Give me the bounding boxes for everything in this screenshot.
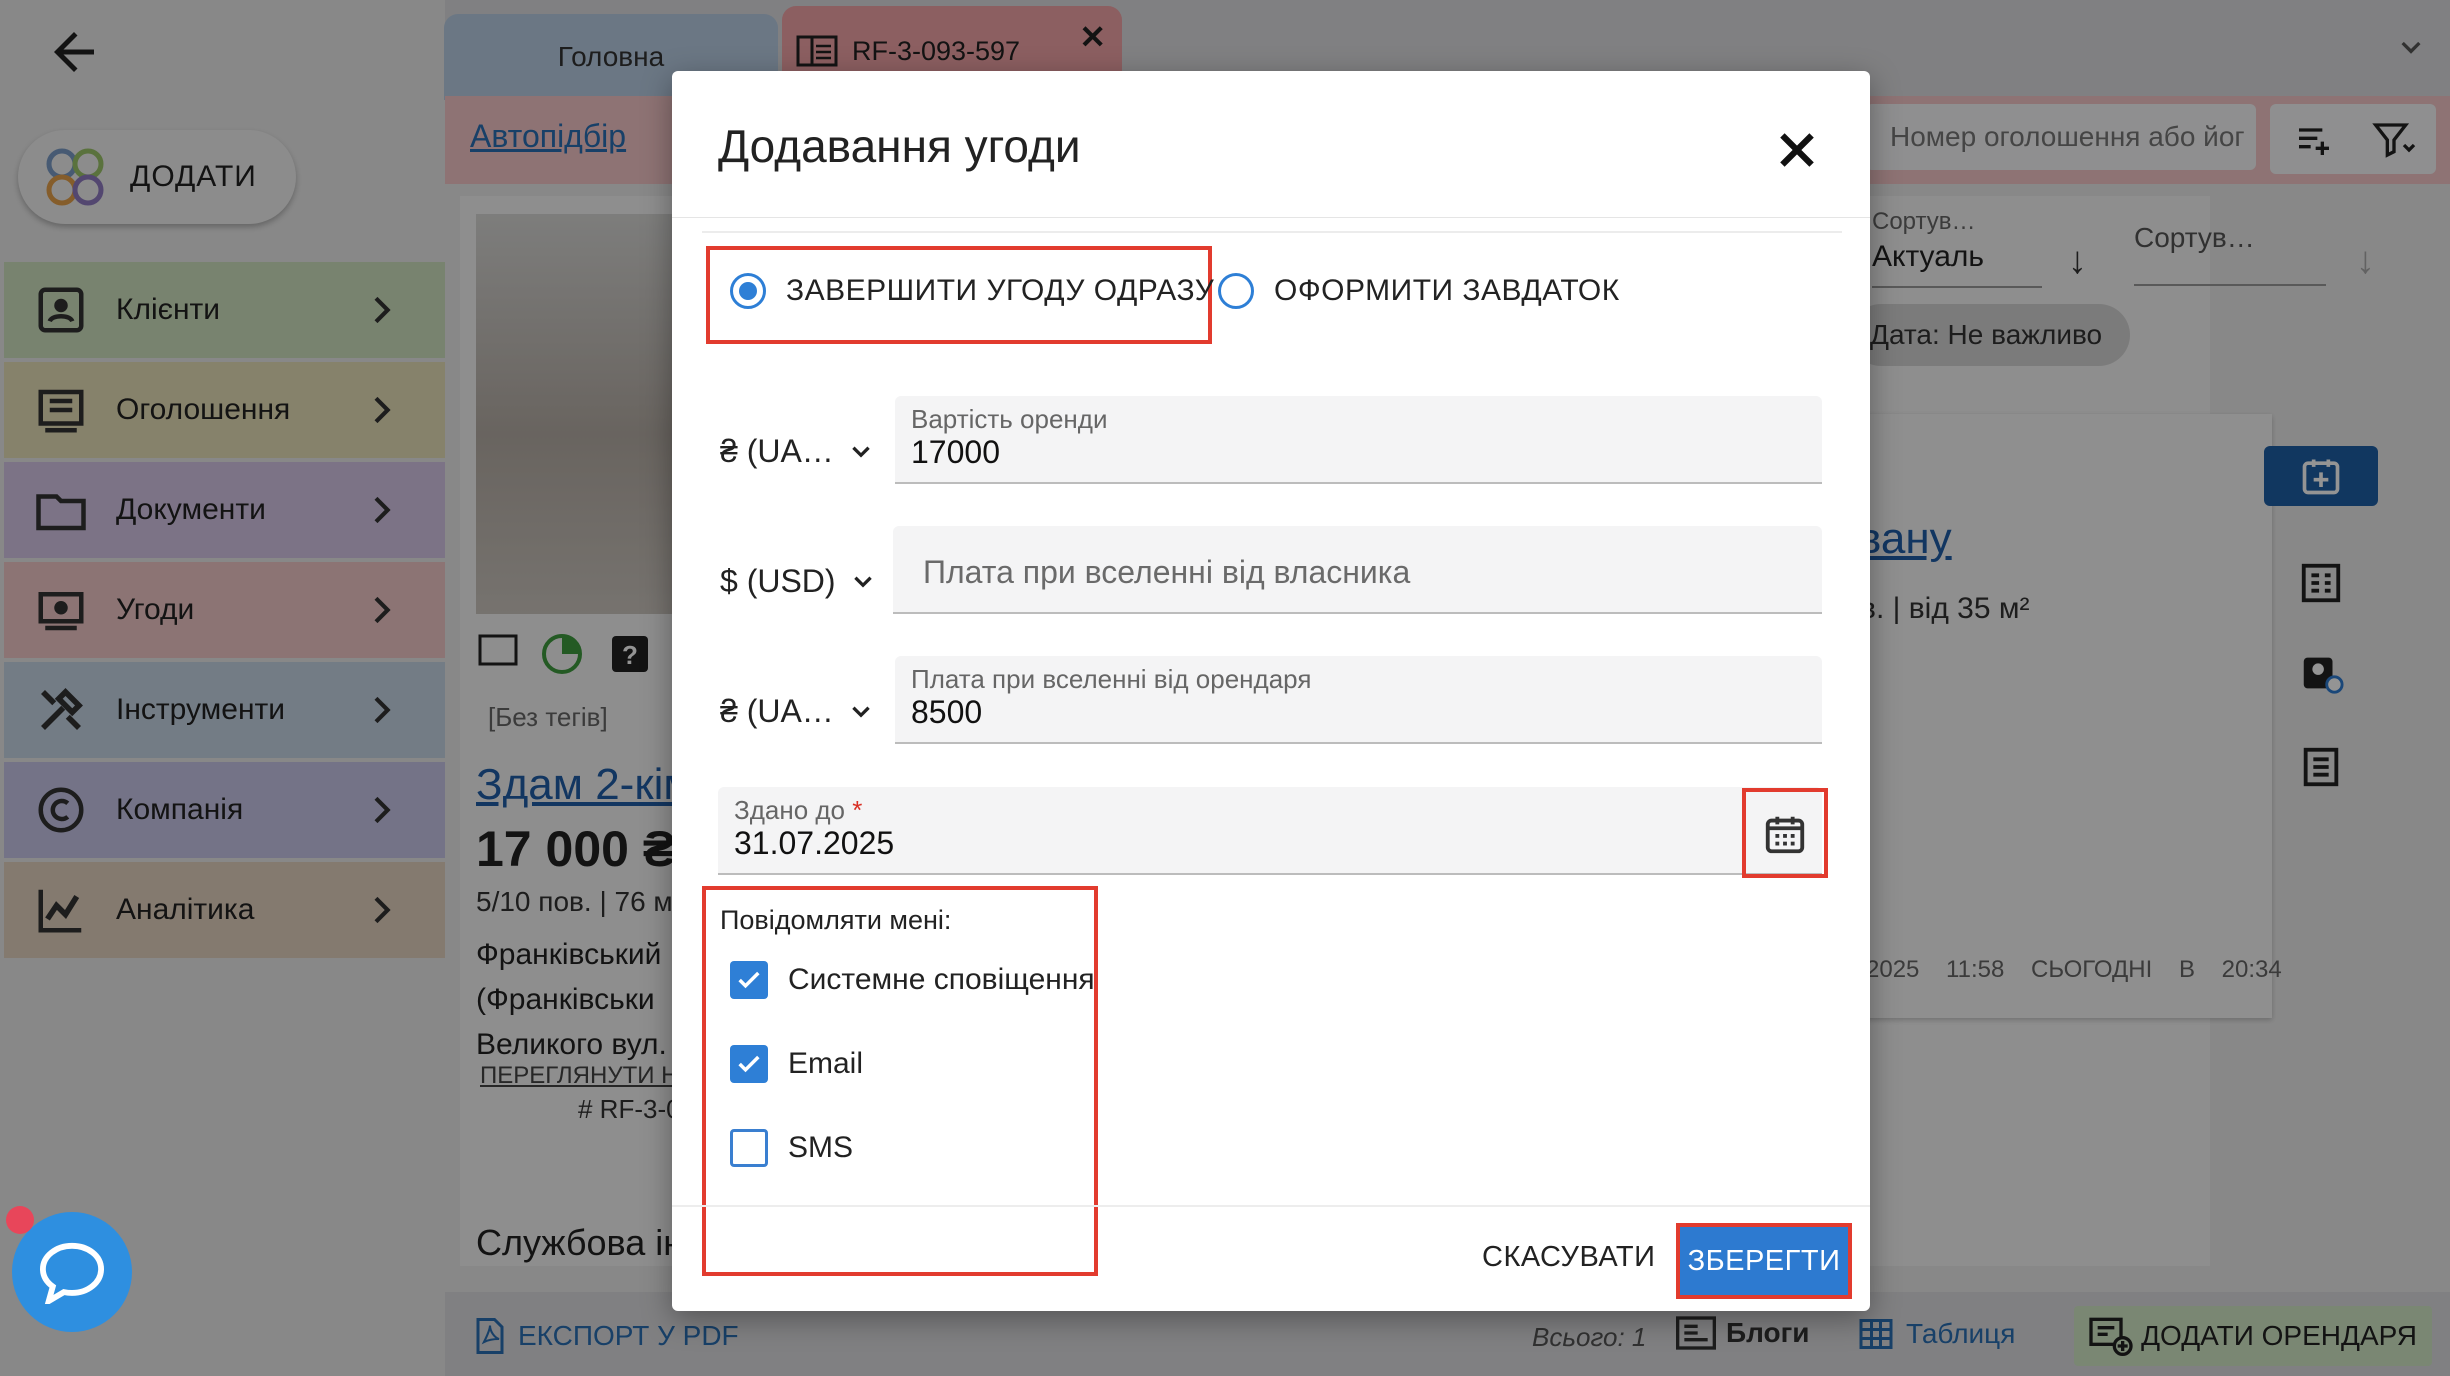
currency-value: ₴ (UA… xyxy=(720,693,834,729)
currency-select-3[interactable]: ₴ (UA… xyxy=(720,693,874,730)
currency-value: ₴ (UA… xyxy=(720,433,834,469)
check-icon xyxy=(738,971,760,989)
radio-deposit-label: ОФОРМИТИ ЗАВДАТОК xyxy=(1274,274,1620,307)
chat-bubble-icon xyxy=(39,1242,105,1304)
checkbox-unchecked[interactable] xyxy=(730,1129,768,1167)
checkbox-label: Системне сповіщення xyxy=(788,963,1095,996)
rent-price-field[interactable]: Вартість оренди 17000 xyxy=(895,396,1822,484)
tenant-movein-fee-field[interactable]: Плата при вселенні від орендаря 8500 xyxy=(895,656,1822,744)
chat-button[interactable] xyxy=(12,1212,132,1332)
field-placeholder: Плата при вселенні від власника xyxy=(923,554,1411,590)
radio-button-checked[interactable] xyxy=(730,273,766,309)
checkbox-label: SMS xyxy=(788,1131,854,1164)
dialog-footer-divider xyxy=(672,1205,1870,1207)
field-value: 31.07.2025 xyxy=(734,825,895,861)
field-label: Плата при вселенні від орендаря xyxy=(911,664,1312,694)
currency-select-2[interactable]: $ (USD) xyxy=(720,563,876,600)
field-label-text: Здано до xyxy=(734,795,846,825)
chat-notification-badge xyxy=(6,1206,34,1234)
notify-sms-checkbox[interactable]: SMS xyxy=(730,1129,853,1167)
cancel-button[interactable]: СКАСУВАТИ xyxy=(1482,1241,1655,1274)
radio-button-unchecked[interactable] xyxy=(1218,273,1254,309)
dialog-header-divider xyxy=(672,217,1870,218)
required-mark: * xyxy=(852,795,863,825)
chevron-down-icon xyxy=(852,706,870,718)
add-deal-dialog: Додавання угоди ЗАВЕРШИТИ УГОДУ ОДРАЗУ О… xyxy=(672,71,1870,1311)
currency-select-1[interactable]: ₴ (UA… xyxy=(720,433,874,470)
check-icon xyxy=(738,1055,760,1073)
field-value: 17000 xyxy=(911,434,1000,470)
radio-complete-deal[interactable]: ЗАВЕРШИТИ УГОДУ ОДРАЗУ xyxy=(730,273,1214,309)
calendar-icon[interactable] xyxy=(1762,811,1808,857)
currency-value: $ (USD) xyxy=(720,563,836,599)
save-button[interactable]: ЗБЕРЕГТИ xyxy=(1676,1223,1852,1299)
dialog-divider xyxy=(702,231,1842,233)
owner-movein-fee-field[interactable]: Плата при вселенні від власника xyxy=(893,526,1822,614)
radio-deposit[interactable]: ОФОРМИТИ ЗАВДАТОК xyxy=(1218,273,1620,309)
field-value: 8500 xyxy=(911,694,983,730)
field-label: Здано до * xyxy=(734,795,862,826)
close-icon[interactable] xyxy=(1772,125,1822,175)
radio-complete-label: ЗАВЕРШИТИ УГОДУ ОДРАЗУ xyxy=(786,274,1215,307)
checkbox-checked[interactable] xyxy=(730,961,768,999)
notify-email-checkbox[interactable]: Email xyxy=(730,1045,863,1083)
checkbox-label: Email xyxy=(788,1047,864,1080)
chevron-down-icon xyxy=(853,576,872,588)
notify-system-checkbox[interactable]: Системне сповіщення xyxy=(730,961,1095,999)
rented-until-field[interactable]: Здано до * 31.07.2025 xyxy=(718,787,1822,875)
checkbox-checked[interactable] xyxy=(730,1045,768,1083)
chevron-down-icon xyxy=(852,446,870,458)
field-label: Вартість оренди xyxy=(911,404,1108,434)
notify-heading: Повідомляти мені: xyxy=(720,905,952,935)
dialog-title: Додавання угоди xyxy=(718,120,1081,172)
